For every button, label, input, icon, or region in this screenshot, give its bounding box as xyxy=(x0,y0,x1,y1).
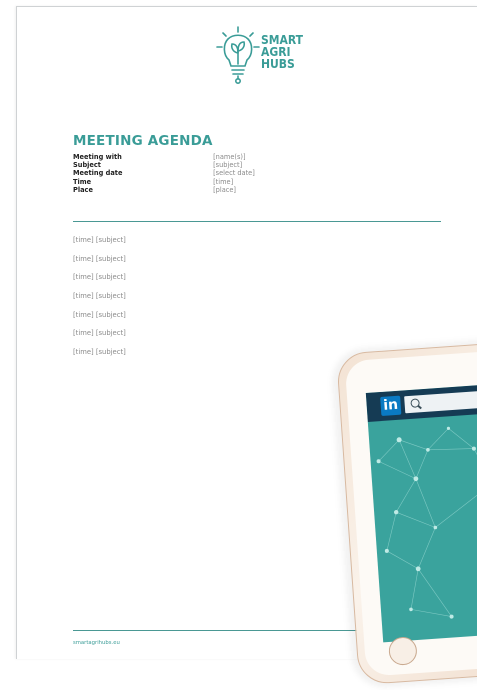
meeting-date-value[interactable]: [select date] xyxy=(213,169,255,177)
lightbulb-sprout-icon xyxy=(216,26,260,84)
linkedin-search-box xyxy=(404,386,477,414)
header-divider xyxy=(73,221,441,222)
tablet-frame: in xyxy=(336,338,477,686)
network-graphic xyxy=(376,426,477,619)
tablet-screen: in xyxy=(365,380,477,643)
meeting-details: Meeting with [name(s)] Subject [subject]… xyxy=(73,153,255,194)
time-label: Time xyxy=(73,177,92,186)
meeting-with-row: Meeting with [name(s)] xyxy=(73,153,255,161)
meeting-with-value[interactable]: [name(s)] xyxy=(213,153,245,161)
agenda-item[interactable]: [time] [subject] xyxy=(73,348,126,367)
agenda-items-list: [time] [subject] [time] [subject] [time]… xyxy=(73,236,126,367)
agenda-item[interactable]: [time] [subject] xyxy=(73,273,126,292)
agenda-item[interactable]: [time] [subject] xyxy=(73,329,126,348)
meeting-date-row: Meeting date [select date] xyxy=(73,169,255,177)
smart-agri-hubs-logo: SMART AGRI HUBS xyxy=(215,24,315,88)
subject-row: Subject [subject] xyxy=(73,161,255,169)
time-row: Time [time] xyxy=(73,178,255,186)
place-value[interactable]: [place] xyxy=(213,186,236,194)
subject-value[interactable]: [subject] xyxy=(213,161,242,169)
agenda-item[interactable]: [time] [subject] xyxy=(73,311,126,330)
place-label: Place xyxy=(73,185,93,194)
agenda-item[interactable]: [time] [subject] xyxy=(73,255,126,274)
logo-line-hubs: HUBS xyxy=(261,57,295,71)
linkedin-icon: in xyxy=(380,395,402,416)
agenda-item[interactable]: [time] [subject] xyxy=(73,236,126,255)
agenda-item[interactable]: [time] [subject] xyxy=(73,292,126,311)
time-value[interactable]: [time] xyxy=(213,178,233,186)
meeting-with-label: Meeting with xyxy=(73,153,122,161)
subject-label: Subject xyxy=(73,161,101,170)
place-row: Place [place] xyxy=(73,186,255,194)
agenda-title: MEETING AGENDA xyxy=(73,133,213,149)
footer-divider xyxy=(73,630,357,631)
meeting-date-label: Meeting date xyxy=(73,169,123,178)
footer-url[interactable]: smartagrihubs.eu xyxy=(73,640,120,646)
logo-wordmark: SMART AGRI HUBS xyxy=(261,34,303,70)
tablet-photo: in xyxy=(329,334,477,690)
search-icon xyxy=(410,398,420,408)
